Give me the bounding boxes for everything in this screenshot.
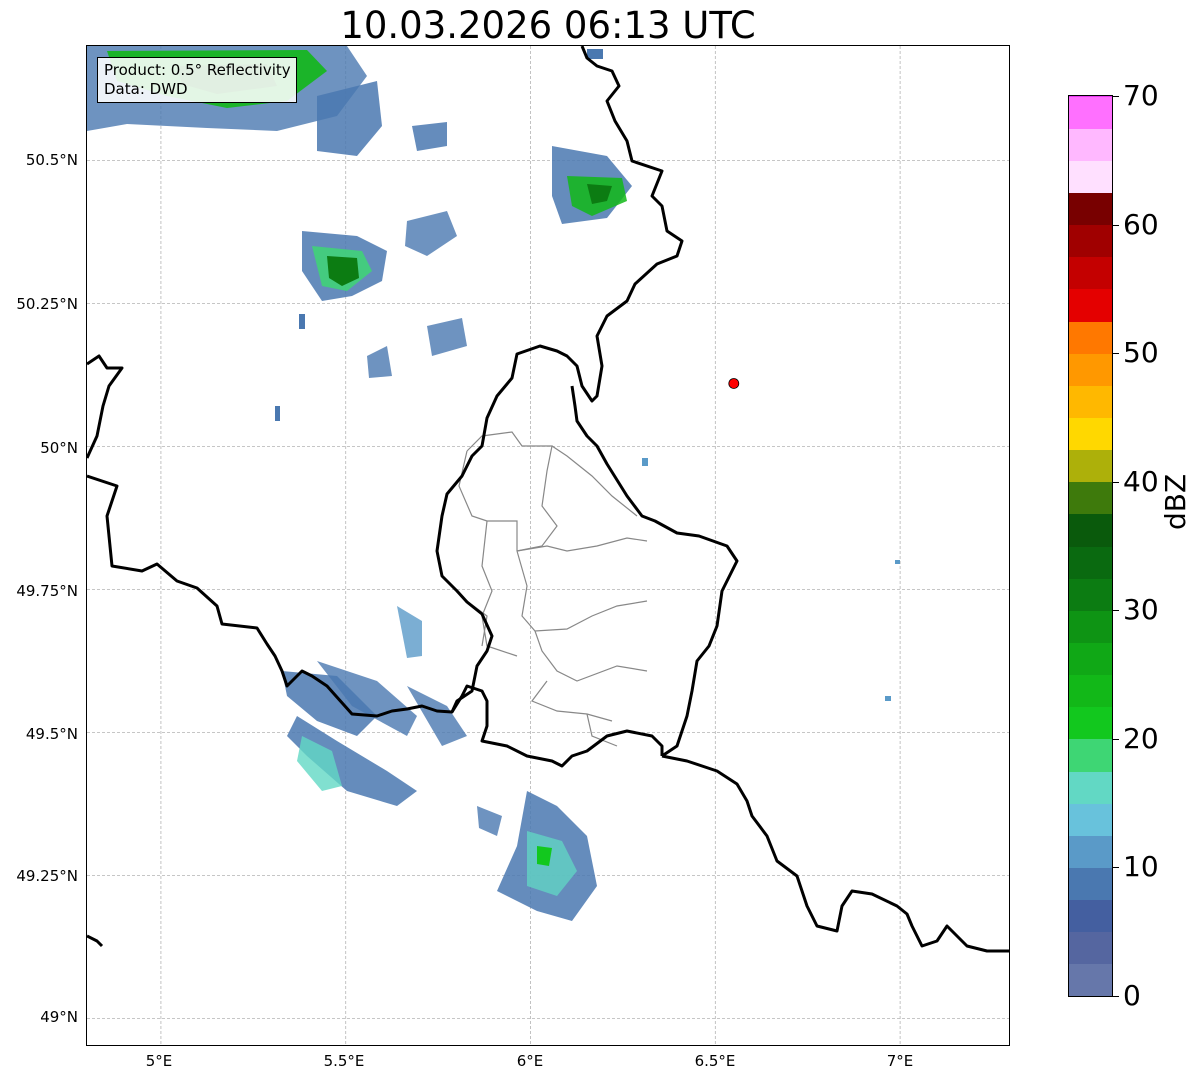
colorbar-segment <box>1069 867 1112 901</box>
colorbar-tick-label: 50 <box>1123 336 1159 370</box>
colorbar-segment <box>1069 288 1112 322</box>
map-title: 10.03.2026 06:13 UTC <box>340 4 756 47</box>
colorbar-tick-label: 10 <box>1123 850 1159 884</box>
echo-central-north <box>302 211 467 378</box>
echo-northeast-cluster <box>552 146 632 224</box>
echo-south <box>477 791 597 921</box>
echo-southwest <box>282 606 467 806</box>
colorbar-segment <box>1069 192 1112 226</box>
colorbar-segment <box>1069 738 1112 772</box>
colorbar-segment <box>1069 963 1112 996</box>
echo-north-cluster <box>317 81 447 156</box>
lat-tick: 50.25°N <box>16 295 78 313</box>
lat-tick: 49.75°N <box>16 582 78 600</box>
colorbar-segment <box>1069 385 1112 419</box>
colorbar-segment <box>1069 417 1112 451</box>
lat-tick: 50.5°N <box>25 151 78 169</box>
colorbar-segment <box>1069 160 1112 194</box>
colorbar-tick-mark <box>1113 996 1119 997</box>
lon-tick: 6.5°E <box>694 1052 736 1070</box>
product-info-box: Product: 0.5° Reflectivity Data: DWD <box>97 57 297 103</box>
colorbar-segment <box>1069 899 1112 933</box>
lon-tick: 5°E <box>145 1052 173 1070</box>
colorbar-tick-mark <box>1113 224 1119 226</box>
lon-tick: 7°E <box>886 1052 914 1070</box>
product-label: Product: 0.5° Reflectivity <box>104 61 291 79</box>
colorbar-tick-mark <box>1113 738 1119 740</box>
precipitation-echoes <box>87 46 900 921</box>
radar-map[interactable] <box>86 45 1010 1046</box>
colorbar-segment <box>1069 610 1112 644</box>
colorbar-tick-mark <box>1113 867 1119 869</box>
colorbar-segment <box>1069 513 1112 547</box>
colorbar-tick-mark <box>1113 481 1119 483</box>
map-svg <box>87 46 1009 1045</box>
colorbar-tick-label: 0 <box>1123 979 1141 1012</box>
colorbar-label: dBZ <box>1159 473 1192 530</box>
lat-tick: 49.25°N <box>16 867 78 885</box>
colorbar-segment <box>1069 96 1112 97</box>
colorbar-tick-mark <box>1113 96 1119 97</box>
colorbar-segment <box>1069 256 1112 290</box>
colorbar-segment <box>1069 353 1112 386</box>
colorbar-segment <box>1069 481 1112 515</box>
colorbar-segment <box>1069 835 1112 869</box>
colorbar-tick-label: 70 <box>1123 79 1159 112</box>
colorbar-segment <box>1069 706 1112 740</box>
lat-tick: 50°N <box>40 439 78 457</box>
colorbar-segment <box>1069 546 1112 579</box>
lat-tick: 49.5°N <box>25 725 78 743</box>
colorbar-segment <box>1069 449 1112 483</box>
colorbar-segment <box>1069 321 1112 354</box>
lon-tick: 6°E <box>516 1052 544 1070</box>
radar-site-marker <box>728 378 740 389</box>
colorbar-segment <box>1069 96 1112 129</box>
colorbar-segment <box>1069 642 1112 676</box>
colorbar <box>1068 95 1113 997</box>
colorbar-segment <box>1069 931 1112 965</box>
colorbar-segment <box>1069 674 1112 708</box>
colorbar-tick-label: 20 <box>1123 721 1159 755</box>
colorbar-segment <box>1069 128 1112 161</box>
colorbar-tick-mark <box>1113 610 1119 612</box>
colorbar-tick-label: 40 <box>1123 464 1159 498</box>
colorbar-tick-label: 30 <box>1123 593 1159 627</box>
colorbar-segment <box>1069 224 1112 258</box>
colorbar-segment <box>1069 578 1112 611</box>
colorbar-segment <box>1069 771 1112 804</box>
lat-tick: 49°N <box>40 1008 78 1026</box>
colorbar-segment <box>1069 803 1112 836</box>
colorbar-tick-label: 60 <box>1123 207 1159 241</box>
data-source-label: Data: DWD <box>104 80 188 98</box>
colorbar-tick-mark <box>1113 353 1119 355</box>
lon-tick: 5.5°E <box>323 1052 365 1070</box>
